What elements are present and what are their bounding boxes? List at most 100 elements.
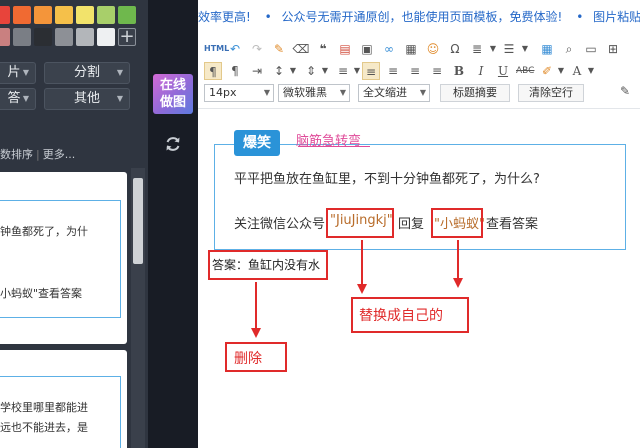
- edit-icon[interactable]: ✎: [620, 84, 636, 100]
- italic-icon[interactable]: I: [472, 62, 490, 80]
- redo-icon[interactable]: ↷: [248, 40, 266, 58]
- title-summary-button[interactable]: 标题摘要: [440, 84, 510, 102]
- font-size-select[interactable]: 14px ▼: [204, 84, 274, 102]
- align-right-icon[interactable]: ≡: [406, 62, 424, 80]
- badge-line: 在线: [159, 78, 186, 93]
- align-justify-icon[interactable]: ≡: [428, 62, 446, 80]
- arrow-head: [251, 328, 261, 338]
- chevron-down-icon[interactable]: ▼: [516, 40, 534, 58]
- undo-icon[interactable]: ↶: [226, 40, 244, 58]
- color-swatch[interactable]: [13, 6, 31, 24]
- chevron-down-icon: ▼: [419, 88, 426, 97]
- annotation-box: [326, 208, 394, 238]
- color-swatch[interactable]: [97, 28, 115, 46]
- strikethrough-icon[interactable]: ABC: [516, 62, 534, 80]
- indent-select[interactable]: 全文缩进 ▼: [358, 84, 430, 102]
- chevron-down-icon: ▼: [22, 68, 29, 77]
- bullet: •: [576, 10, 584, 24]
- preview-icon[interactable]: ▭: [582, 40, 600, 58]
- fullscreen-icon[interactable]: ⊞: [604, 40, 622, 58]
- font-family-value: 微软雅黑: [283, 86, 327, 99]
- chevron-down-icon: ▼: [263, 88, 270, 97]
- category-button-label: 片: [7, 65, 21, 80]
- color-swatch[interactable]: [55, 6, 73, 24]
- html-source-icon[interactable]: HTML: [204, 40, 229, 58]
- category-button-qita[interactable]: 其他 ▼: [44, 88, 130, 110]
- chevron-down-icon: ▼: [116, 94, 123, 103]
- annotation-box: [208, 250, 328, 280]
- arrow-head: [357, 284, 367, 294]
- category-button-label: 答: [7, 91, 21, 106]
- see-answer-text: 查看答案: [486, 217, 539, 232]
- chevron-down-icon[interactable]: ▼: [582, 62, 600, 80]
- ticker-item[interactable]: 图片粘贴失败: [593, 10, 640, 24]
- toolbar-row: 14px ▼ 微软雅黑 ▼ 全文缩进 ▼ 标题摘要 清除空行 ✎: [198, 82, 640, 104]
- add-color-icon[interactable]: +: [118, 28, 136, 46]
- align-left-icon[interactable]: ≡: [362, 62, 380, 80]
- category-button-pian[interactable]: 片 ▼: [0, 62, 36, 84]
- clear-blank-lines-button[interactable]: 清除空行: [518, 84, 584, 102]
- editor-area: 效率更高! • 公众号无需开通原创，也能使用页面模板，免费体验! • 图片粘贴失…: [198, 0, 640, 448]
- chevron-down-icon[interactable]: ▼: [316, 62, 334, 80]
- chevron-down-icon[interactable]: ▼: [284, 62, 302, 80]
- category-button-fenge[interactable]: 分割 ▼: [44, 62, 130, 84]
- toolbar-row: HTML ↶ ↷ ✎ ⌫ ❝ ▤ ▣ ∞ ▦ ☺ Ω ≣ ▼ ☰ ▼ ▦ ⌕ ▭…: [198, 38, 640, 60]
- color-swatch[interactable]: [76, 28, 94, 46]
- color-swatch[interactable]: [34, 28, 52, 46]
- rtl-direction-icon[interactable]: ¶: [226, 62, 244, 80]
- align-center-icon[interactable]: ≡: [384, 62, 402, 80]
- category-button-da[interactable]: 答 ▼: [0, 88, 36, 110]
- left-panel: + 片 ▼ 分割 ▼ 答 ▼ 其他 ▼ 数排序 | 更多... 钟鱼都死了，为什 小…: [0, 0, 148, 448]
- sort-option[interactable]: 数排序: [0, 148, 33, 161]
- announcement-ticker: 效率更高! • 公众号无需开通原创，也能使用页面模板，免费体验! • 图片粘贴失…: [198, 0, 640, 34]
- color-swatch[interactable]: [55, 28, 73, 46]
- video-icon[interactable]: ▦: [402, 40, 420, 58]
- color-swatch[interactable]: [34, 6, 52, 24]
- card-text: 远也不能进去，是: [0, 421, 88, 434]
- refresh-icon[interactable]: [163, 134, 183, 154]
- toolbar-row: ¶ ¶ ⇥ ↕ ▼ ⇕ ▼ ≡ ▼ ≡ ≡ ≡ ≡ B I U ABC ✐ ▼ …: [198, 60, 640, 82]
- search-replace-icon[interactable]: ⌕: [560, 40, 578, 58]
- template-icon[interactable]: ▤: [336, 40, 354, 58]
- online-design-button[interactable]: 在线 做图: [153, 74, 193, 114]
- arrow-head: [453, 278, 463, 288]
- table-icon[interactable]: ▦: [538, 40, 556, 58]
- question-text[interactable]: 平平把鱼放在鱼缸里，不到十分钟鱼都死了，为什么?: [234, 168, 540, 187]
- underline-icon[interactable]: U: [494, 62, 512, 80]
- quote-icon[interactable]: ❝: [314, 40, 332, 58]
- tag-title: 脑筋急转弯: [296, 134, 362, 149]
- image-icon[interactable]: ▣: [358, 40, 376, 58]
- font-family-select[interactable]: 微软雅黑 ▼: [278, 84, 350, 102]
- indent-value: 全文缩进: [363, 86, 407, 99]
- format-painter-icon[interactable]: ✎: [270, 40, 288, 58]
- chevron-down-icon: ▼: [116, 68, 123, 77]
- color-swatch[interactable]: [118, 6, 136, 24]
- eraser-icon[interactable]: ⌫: [292, 40, 310, 58]
- ltr-direction-icon[interactable]: ¶: [204, 62, 222, 80]
- annotation-box: [431, 208, 483, 238]
- special-char-icon[interactable]: Ω: [446, 40, 464, 58]
- template-card[interactable]: 学校里哪里都能进 远也不能进去，是: [0, 350, 127, 448]
- color-swatch[interactable]: [76, 6, 94, 24]
- scrollbar-thumb[interactable]: [133, 178, 143, 264]
- color-swatch[interactable]: [97, 6, 115, 24]
- swatch-row: [0, 6, 148, 24]
- ticker-item[interactable]: 公众号无需开通原创，也能使用页面模板，免费体验!: [282, 10, 563, 24]
- color-swatch[interactable]: [0, 28, 10, 46]
- card-text: 钟鱼都死了，为什: [0, 225, 88, 238]
- bold-icon[interactable]: B: [450, 62, 468, 80]
- content-frame: [214, 144, 626, 250]
- middle-strip: 在线 做图: [148, 0, 198, 448]
- swatch-row: +: [0, 28, 148, 46]
- link-icon[interactable]: ∞: [380, 40, 398, 58]
- emoji-icon[interactable]: ☺: [424, 40, 442, 58]
- color-swatch[interactable]: [13, 28, 31, 46]
- follow-prefix: 关注微信公众号: [234, 217, 326, 232]
- ticker-item[interactable]: 效率更高!: [198, 10, 251, 24]
- template-card[interactable]: 钟鱼都死了，为什 小蚂蚁"查看答案: [0, 172, 127, 344]
- more-link[interactable]: 更多...: [43, 148, 76, 161]
- color-swatch[interactable]: [0, 6, 10, 24]
- indent-icon[interactable]: ⇥: [248, 62, 266, 80]
- chevron-down-icon: ▼: [22, 94, 29, 103]
- divider: [198, 108, 640, 109]
